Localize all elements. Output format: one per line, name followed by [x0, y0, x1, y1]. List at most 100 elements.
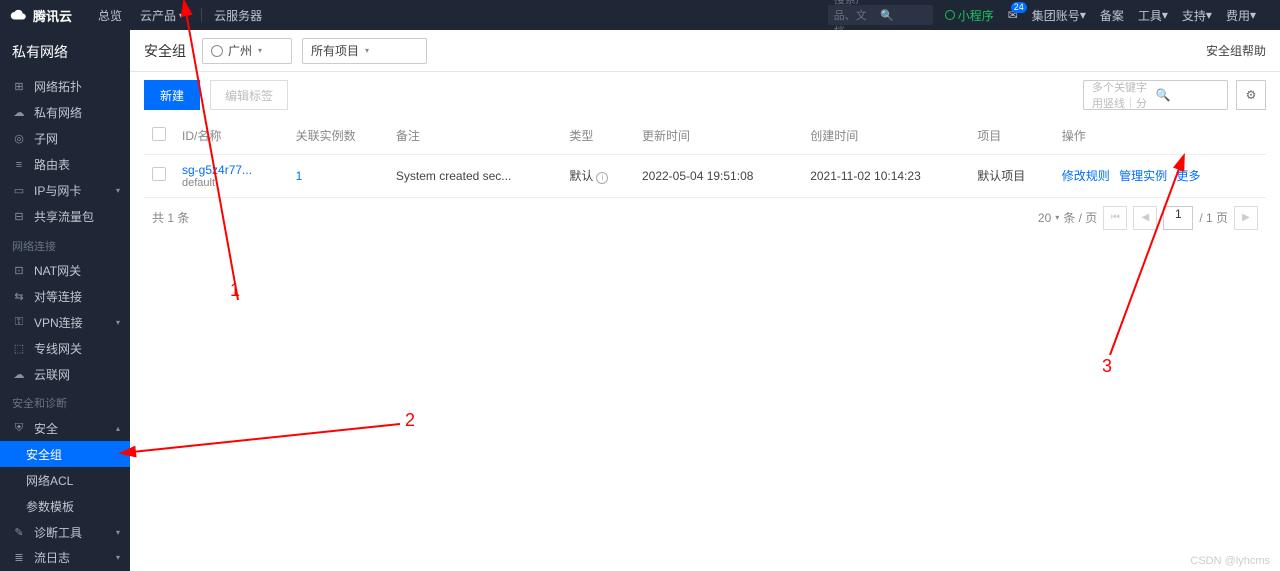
direct-icon: ⬚	[12, 341, 26, 355]
nav-overview[interactable]: 总览	[98, 7, 122, 24]
sidebar-item-topology[interactable]: ⊞网络拓扑	[0, 74, 130, 100]
group-account[interactable]: 集团账号▾	[1032, 7, 1086, 24]
topology-icon: ⊞	[12, 80, 26, 94]
mini-program-link[interactable]: 小程序	[945, 7, 994, 24]
sidebar-item-security[interactable]: ⛨安全▴	[0, 415, 130, 441]
total-pages: / 1 页	[1199, 209, 1228, 226]
table-search-input[interactable]: 多个关键字用竖线｜分 🔍	[1083, 80, 1228, 110]
sidebar: 私有网络 ⊞网络拓扑 ☁私有网络 ◎子网 ≡路由表 ▭IP与网卡▾ ⊟共享流量包…	[0, 30, 130, 571]
sidebar-item-subnet[interactable]: ◎子网	[0, 126, 130, 152]
watermark: CSDN @lyhcms	[1190, 555, 1270, 567]
page-title: 安全组	[144, 41, 186, 61]
project-select[interactable]: 所有项目▾	[302, 38, 427, 64]
page-input[interactable]: 1	[1163, 206, 1193, 230]
nav-cvm[interactable]: 云服务器	[214, 7, 262, 24]
chevron-down-icon: ▾	[365, 46, 369, 55]
op-manage[interactable]: 管理实例	[1119, 169, 1167, 183]
sidebar-title: 私有网络	[0, 30, 130, 74]
nic-icon: ▭	[12, 184, 26, 198]
secgroup-table: ID/名称 关联实例数 备注 类型 更新时间 创建时间 项目 操作 sg	[144, 118, 1266, 198]
col-create: 创建时间	[802, 118, 969, 154]
sidebar-item-nat[interactable]: ⊡NAT网关	[0, 258, 130, 284]
col-ops: 操作	[1054, 118, 1266, 154]
sidebar-item-route[interactable]: ≡路由表	[0, 152, 130, 178]
col-type: 类型	[561, 118, 634, 154]
tools-menu[interactable]: 工具▾	[1138, 7, 1168, 24]
chevron-down-icon: ▾	[179, 11, 183, 20]
first-page-button[interactable]: ⏮	[1103, 206, 1127, 230]
sidebar-item-vpn[interactable]: ⚿VPN连接▾	[0, 310, 130, 336]
beian-link[interactable]: 备案	[1100, 7, 1124, 24]
sidebar-item-bandwidth[interactable]: ⊟共享流量包	[0, 204, 130, 230]
main-panel: 安全组 广州▾ 所有项目▾ 安全组帮助 新建 编辑标签 多个关键字用竖线｜分 🔍…	[130, 30, 1280, 571]
gear-icon: ⚙	[1246, 88, 1257, 102]
chevron-down-icon: ▾	[116, 186, 120, 195]
sidebar-item-direct[interactable]: ⬚专线网关	[0, 335, 130, 361]
vpn-icon: ⚿	[12, 315, 26, 329]
page-size-select[interactable]: 20▾条 / 页	[1038, 209, 1097, 226]
brand-logo[interactable]: 腾讯云	[10, 6, 86, 25]
op-more[interactable]: 更多	[1176, 169, 1200, 183]
table-row: sg-g5z4r77... default 1 System created s…	[144, 154, 1266, 197]
bandwidth-icon: ⊟	[12, 210, 26, 224]
secgroup-id-link[interactable]: sg-g5z4r77...	[182, 163, 280, 177]
mail-badge: 24	[1011, 2, 1027, 13]
divider	[201, 8, 202, 22]
col-remark: 备注	[388, 118, 561, 154]
next-page-button[interactable]: ▶	[1234, 206, 1258, 230]
shield-icon: ⛨	[12, 421, 26, 435]
update-time-cell: 2022-05-04 19:51:08	[634, 154, 802, 197]
chevron-down-icon: ▾	[116, 553, 120, 562]
global-search-input[interactable]: 搜索产品、文档… 🔍	[828, 5, 933, 25]
type-cell: 默认	[569, 169, 593, 183]
peer-icon: ⇆	[12, 290, 26, 304]
help-link[interactable]: 安全组帮助	[1206, 42, 1266, 59]
sidebar-item-ip-nic[interactable]: ▭IP与网卡▾	[0, 178, 130, 204]
top-header: 腾讯云 总览 云产品▾ 云服务器 搜索产品、文档… 🔍 小程序 ✉24 集团账号…	[0, 0, 1280, 30]
sidebar-subitem-param[interactable]: 参数模板	[0, 493, 130, 519]
cost-menu[interactable]: 费用▾	[1226, 7, 1256, 24]
region-select[interactable]: 广州▾	[202, 38, 292, 64]
sidebar-subitem-acl[interactable]: 网络ACL	[0, 467, 130, 493]
settings-button[interactable]: ⚙	[1236, 80, 1266, 110]
col-project: 项目	[969, 118, 1054, 154]
chevron-down-icon: ▾	[116, 318, 120, 327]
project-cell: 默认项目	[969, 154, 1054, 197]
new-button[interactable]: 新建	[144, 80, 200, 110]
sidebar-item-ccn[interactable]: ☁云联网	[0, 361, 130, 387]
sidebar-item-vpc[interactable]: ☁私有网络	[0, 100, 130, 126]
col-update: 更新时间	[634, 118, 802, 154]
row-checkbox[interactable]	[152, 167, 166, 181]
table-header-row: ID/名称 关联实例数 备注 类型 更新时间 创建时间 项目 操作	[144, 118, 1266, 154]
search-icon: 🔍	[880, 9, 927, 22]
prev-page-button[interactable]: ◀	[1133, 206, 1157, 230]
col-id: ID/名称	[174, 118, 288, 154]
sidebar-item-diag[interactable]: ✎诊断工具▾	[0, 519, 130, 545]
col-assoc: 关联实例数	[288, 118, 388, 154]
chevron-down-icon: ▾	[116, 528, 120, 537]
secgroup-name: default	[182, 177, 280, 189]
edit-tag-button[interactable]: 编辑标签	[210, 80, 288, 110]
support-menu[interactable]: 支持▾	[1182, 7, 1212, 24]
search-icon: 🔍	[1156, 88, 1220, 102]
select-all-checkbox[interactable]	[152, 127, 166, 141]
sidebar-item-peer[interactable]: ⇆对等连接	[0, 284, 130, 310]
pagination: 共 1 条 20▾条 / 页 ⏮ ◀ 1 / 1 页 ▶	[130, 198, 1280, 238]
chevron-down-icon: ▾	[1055, 213, 1059, 222]
flowlog-icon: ≣	[12, 551, 26, 565]
brand-text: 腾讯云	[33, 6, 72, 25]
group-conn-label: 网络连接	[0, 230, 130, 258]
info-icon[interactable]: i	[596, 172, 608, 184]
sidebar-subitem-secgroup[interactable]: 安全组	[0, 441, 130, 467]
ccn-icon: ☁	[12, 367, 26, 381]
assoc-count-link[interactable]: 1	[296, 169, 303, 183]
op-edit-rule[interactable]: 修改规则	[1062, 169, 1110, 183]
sidebar-item-flowlog[interactable]: ≣流日志▾	[0, 545, 130, 571]
globe-icon	[211, 45, 223, 57]
mail-icon[interactable]: ✉24	[1008, 8, 1018, 22]
group-sec-label: 安全和诊断	[0, 387, 130, 415]
mini-icon	[945, 10, 955, 20]
nav-products[interactable]: 云产品▾	[140, 7, 183, 24]
total-count: 共 1 条	[152, 209, 189, 226]
create-time-cell: 2021-11-02 10:14:23	[802, 154, 969, 197]
